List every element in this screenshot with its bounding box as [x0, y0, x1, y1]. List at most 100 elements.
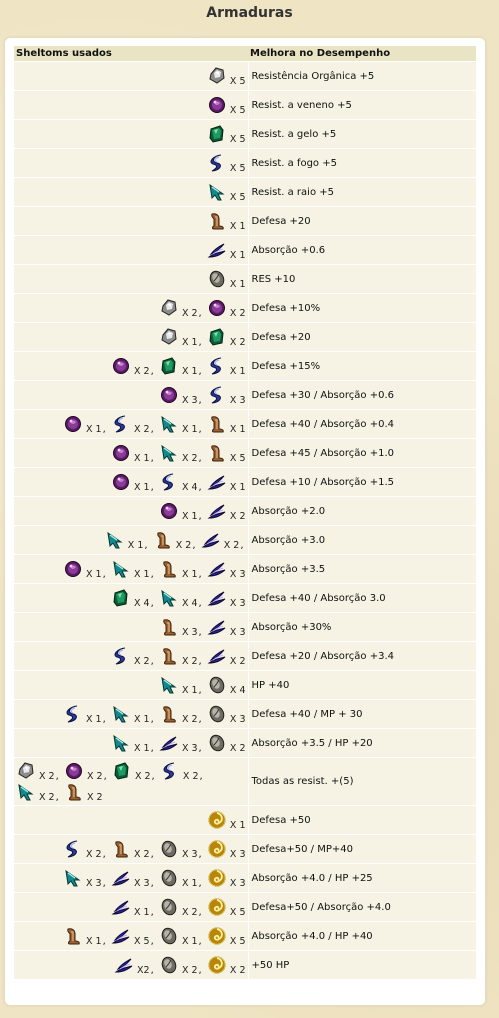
separator-comma: , — [198, 713, 202, 725]
sheltom-quantity: X 1 — [130, 568, 150, 580]
sheltom-quantity: X 2 — [226, 510, 246, 522]
separator-comma: , — [55, 770, 59, 782]
sheltom-quantity: X 2 — [226, 336, 246, 348]
sheltom-quantity: X 5 — [226, 133, 246, 145]
table-row: X 2, X 1, X 1 Defesa +15% — [14, 351, 476, 381]
separator-comma: , — [198, 684, 202, 696]
sheltom-quantity: X 2 — [131, 770, 151, 782]
sheltom-item: X 3 — [207, 704, 246, 725]
sheltom-item: X 2, — [111, 839, 156, 860]
effect-cell: Defesa+50 / Absorção +4.0 — [248, 892, 476, 922]
separator-comma: , — [198, 935, 202, 947]
sheltom-quantity: X 3 — [226, 713, 246, 725]
separator-comma: , — [198, 365, 202, 377]
sparky-sheltom-icon — [63, 705, 83, 722]
sheltom-item: X 5 — [207, 182, 246, 203]
sheltom-item: X 3 — [207, 839, 246, 860]
separator-comma: , — [150, 742, 154, 754]
sheltom-item: X 5 — [207, 95, 246, 116]
lucidy-sheltom-icon — [207, 66, 227, 84]
sheltoms-cell: X 2, X 2, X 3, X 3 — [14, 834, 249, 864]
sheltom-quantity: X 2 — [178, 307, 198, 319]
sheltom-quantity: X 3 — [178, 848, 198, 860]
sheltom-quantity: X 4 — [226, 684, 246, 696]
transparo-sheltom-icon — [207, 415, 227, 432]
sheltom-item: X 1 — [207, 240, 246, 261]
sheltom-quantity: X 1 — [130, 906, 150, 918]
raident-sheltom-icon — [111, 560, 131, 577]
effect-cell: Absorção +4.0 / HP +25 — [248, 863, 476, 893]
sheltoms-cell: X 2, X 1, X 1 — [14, 351, 249, 381]
sheltom-item: X 2, — [160, 761, 205, 782]
sheltom-quantity: X 3 — [226, 597, 246, 609]
effect-cell: Absorção +3.5 — [248, 554, 476, 584]
sereno-sheltom-icon — [63, 415, 83, 432]
table-row: X 1 Absorção +0.6 — [14, 235, 476, 265]
table-row: X 2, X 2, X 2 Defesa +20 / Absorção +3.4 — [14, 641, 476, 671]
sereno-sheltom-icon — [159, 502, 179, 519]
devine-sheltom-icon — [207, 270, 227, 287]
table-row: X 2, X 2, X 3, X 3 Defesa+50 / MP+40 — [14, 834, 476, 864]
sheltoms-cell: X 5 — [14, 177, 249, 207]
sheltom-quantity: X 2 — [130, 655, 150, 667]
effect-cell: Absorção +3.0 — [248, 525, 476, 555]
sheltom-quantity: X 5 — [226, 162, 246, 174]
fadeo-sheltom-icon — [111, 588, 131, 607]
lucidy-sheltom-icon — [159, 298, 179, 316]
separator-comma: , — [198, 597, 202, 609]
table-row: X 1, X 2 Defesa +20 — [14, 322, 476, 352]
table-row: X 1 Defesa +20 — [14, 206, 476, 236]
separator-comma: , — [198, 452, 202, 464]
effect-cell: Defesa +20 / Absorção +3.4 — [248, 641, 476, 671]
sheltoms-cell: X 1 — [14, 206, 249, 236]
transparo-sheltom-icon — [159, 647, 179, 664]
murky-sheltom-icon — [111, 929, 131, 944]
sheltom-item: X 1, — [111, 559, 156, 580]
lucidy-sheltom-icon — [159, 327, 179, 345]
sheltom-quantity: X 2 — [83, 848, 102, 860]
sheltom-quantity: X 5 — [226, 75, 246, 87]
sheltom-quantity: X 4 — [130, 597, 150, 609]
separator-comma: , — [151, 770, 155, 782]
sheltoms-cell: X 1, X 2 — [14, 322, 249, 352]
sheltom-item: X 2, — [112, 761, 157, 782]
effect-cell: Defesa +15% — [248, 351, 476, 381]
transparo-sheltom-icon — [207, 444, 227, 461]
raident-sheltom-icon — [159, 589, 179, 606]
sheltom-item: X 1, — [159, 868, 204, 889]
sheltom-item: X 2, — [111, 356, 156, 377]
effect-cell: Absorção +2.0 — [248, 496, 476, 526]
sheltoms-cell: X 3, X 3 — [14, 612, 249, 642]
separator-comma: , — [102, 423, 106, 435]
devine-sheltom-icon — [207, 705, 227, 722]
effect-cell: Resist. a gelo +5 — [248, 119, 476, 149]
effect-cell: Absorção +30% — [248, 612, 476, 642]
sheltom-quantity: X 2 — [226, 655, 246, 667]
sheltoms-cell: X 5 — [14, 119, 249, 149]
sheltom-quantity: X 1 — [226, 423, 246, 435]
sheltom-quantity: X 5 — [226, 104, 246, 116]
sheltom-item: X 3, — [159, 385, 204, 406]
effect-cell: +50 HP — [248, 950, 476, 980]
sheltoms-cell: X 1, X 1, X 1, X 3 — [14, 554, 249, 584]
sheltom-item: X 1, — [63, 414, 108, 435]
effect-cell: Resist. a raio +5 — [248, 177, 476, 207]
raident-sheltom-icon — [159, 676, 179, 693]
table-row: X 2, X 2 Defesa +10% — [14, 293, 476, 323]
table-row: X 1, X 2, X 5 Defesa +45 / Absorção +1.0 — [14, 438, 476, 468]
separator-comma: , — [102, 877, 106, 889]
celesto-sheltom-icon — [207, 956, 227, 973]
sheltom-item: X 4, — [111, 588, 156, 609]
effect-cell: Defesa +10 / Absorção +1.5 — [248, 467, 476, 497]
sheltoms-cell: X 1, X 2, X 1, X 1 — [14, 409, 249, 439]
separator-comma: , — [150, 423, 154, 435]
sheltom-quantity: X 1 — [226, 365, 246, 377]
separator-comma: , — [150, 877, 154, 889]
sheltom-item: X 1, — [111, 733, 156, 754]
sheltom-item: X 1 — [207, 810, 246, 831]
sheltom-quantity: X 3 — [83, 877, 102, 889]
sheltom-quantity: X 5 — [130, 935, 150, 947]
sheltom-quantity: X 2 — [172, 539, 192, 551]
sheltoms-cell: X 1 — [14, 264, 249, 294]
raident-sheltom-icon — [159, 415, 179, 432]
